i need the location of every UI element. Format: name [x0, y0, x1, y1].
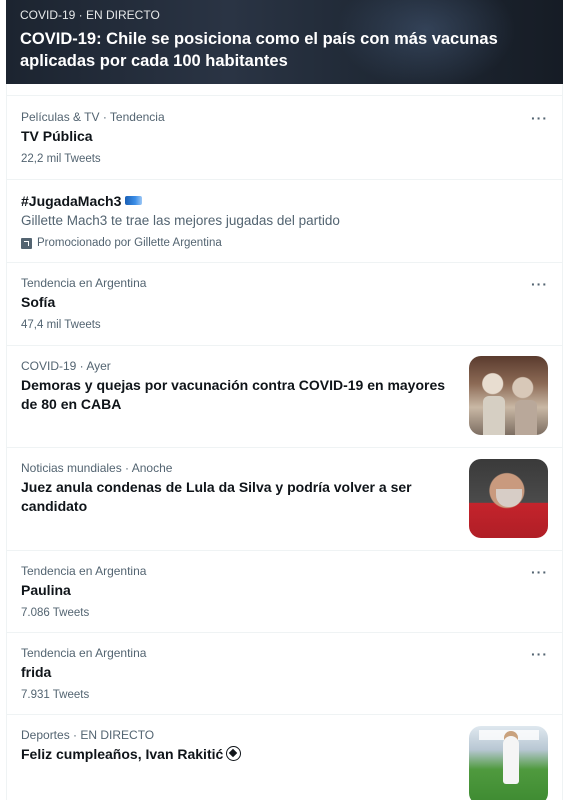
news-title: Demoras y quejas por vacunación contra C…	[21, 377, 446, 412]
promoted-hashtag-row: #JugadaMach3	[21, 192, 143, 211]
trend-meta: Tendencia en Argentina	[21, 646, 147, 660]
featured-news-hero[interactable]: COVID-19 · EN DIRECTO COVID-19: Chile se…	[6, 0, 563, 84]
more-options-icon[interactable]: ···	[531, 111, 548, 125]
trend-item-sofia[interactable]: ··· Tendencia en Argentina Sofía 47,4 mi…	[7, 263, 562, 346]
promoted-hashtag: #JugadaMach3	[21, 193, 122, 209]
trend-tweet-count: 47,4 mil Tweets	[21, 319, 101, 331]
trend-title: Paulina	[21, 582, 71, 598]
promoted-icon	[21, 238, 32, 249]
news-meta: Deportes · EN DIRECTO	[21, 728, 155, 742]
gillette-badge-icon	[125, 196, 143, 205]
more-options-icon[interactable]: ···	[531, 647, 548, 661]
trend-title: frida	[21, 664, 52, 680]
trends-panel: ··· Películas & TV · Tendencia TV Públic…	[6, 84, 563, 800]
trend-meta: Tendencia en Argentina	[21, 564, 147, 578]
news-item-vacunacion-caba[interactable]: COVID-19 · Ayer Demoras y quejas por vac…	[7, 346, 562, 448]
trend-tweet-count: 7.086 Tweets	[21, 607, 90, 619]
hero-title: COVID-19: Chile se posiciona como el paí…	[20, 30, 498, 70]
football-player-photo	[469, 726, 548, 800]
news-title: Juez anula condenas de Lula da Silva y p…	[21, 479, 412, 514]
promoted-label-row: Promocionado por Gillette Argentina	[21, 236, 222, 251]
trend-title: TV Pública	[21, 128, 93, 144]
news-title-row: Feliz cumpleaños, Ivan Rakitić	[21, 745, 242, 764]
panel-divider	[7, 84, 562, 96]
trend-tweet-count: 7.931 Tweets	[21, 689, 90, 701]
trend-tweet-count: 22,2 mil Tweets	[21, 153, 101, 165]
elderly-vaccination-photo	[469, 356, 548, 435]
news-meta: Noticias mundiales · Anoche	[21, 461, 173, 475]
more-options-icon[interactable]: ···	[531, 565, 548, 579]
promoted-description: Gillette Mach3 te trae las mejores jugad…	[21, 213, 340, 228]
trend-item-tv-publica[interactable]: ··· Películas & TV · Tendencia TV Públic…	[7, 97, 562, 180]
trend-meta: Tendencia en Argentina	[21, 276, 147, 290]
trend-meta: Películas & TV · Tendencia	[21, 110, 165, 124]
news-item-lula[interactable]: Noticias mundiales · Anoche Juez anula c…	[7, 448, 562, 551]
news-item-rakitic[interactable]: Deportes · EN DIRECTO Feliz cumpleaños, …	[7, 715, 562, 800]
soccer-ball-icon	[226, 746, 242, 761]
news-title: Feliz cumpleaños, Ivan Rakitić	[21, 746, 224, 762]
trend-title: Sofía	[21, 294, 56, 310]
promoted-label: Promocionado por Gillette Argentina	[37, 237, 222, 249]
trend-item-frida[interactable]: ··· Tendencia en Argentina frida 7.931 T…	[7, 633, 562, 715]
lula-portrait-photo	[469, 459, 548, 538]
promoted-trend-jugadamach3[interactable]: #JugadaMach3 Gillette Mach3 te trae las …	[7, 180, 562, 263]
trend-item-paulina[interactable]: ··· Tendencia en Argentina Paulina 7.086…	[7, 551, 562, 633]
hero-meta: COVID-19 · EN DIRECTO	[20, 8, 160, 22]
news-meta: COVID-19 · Ayer	[21, 359, 111, 373]
more-options-icon[interactable]: ···	[531, 277, 548, 291]
